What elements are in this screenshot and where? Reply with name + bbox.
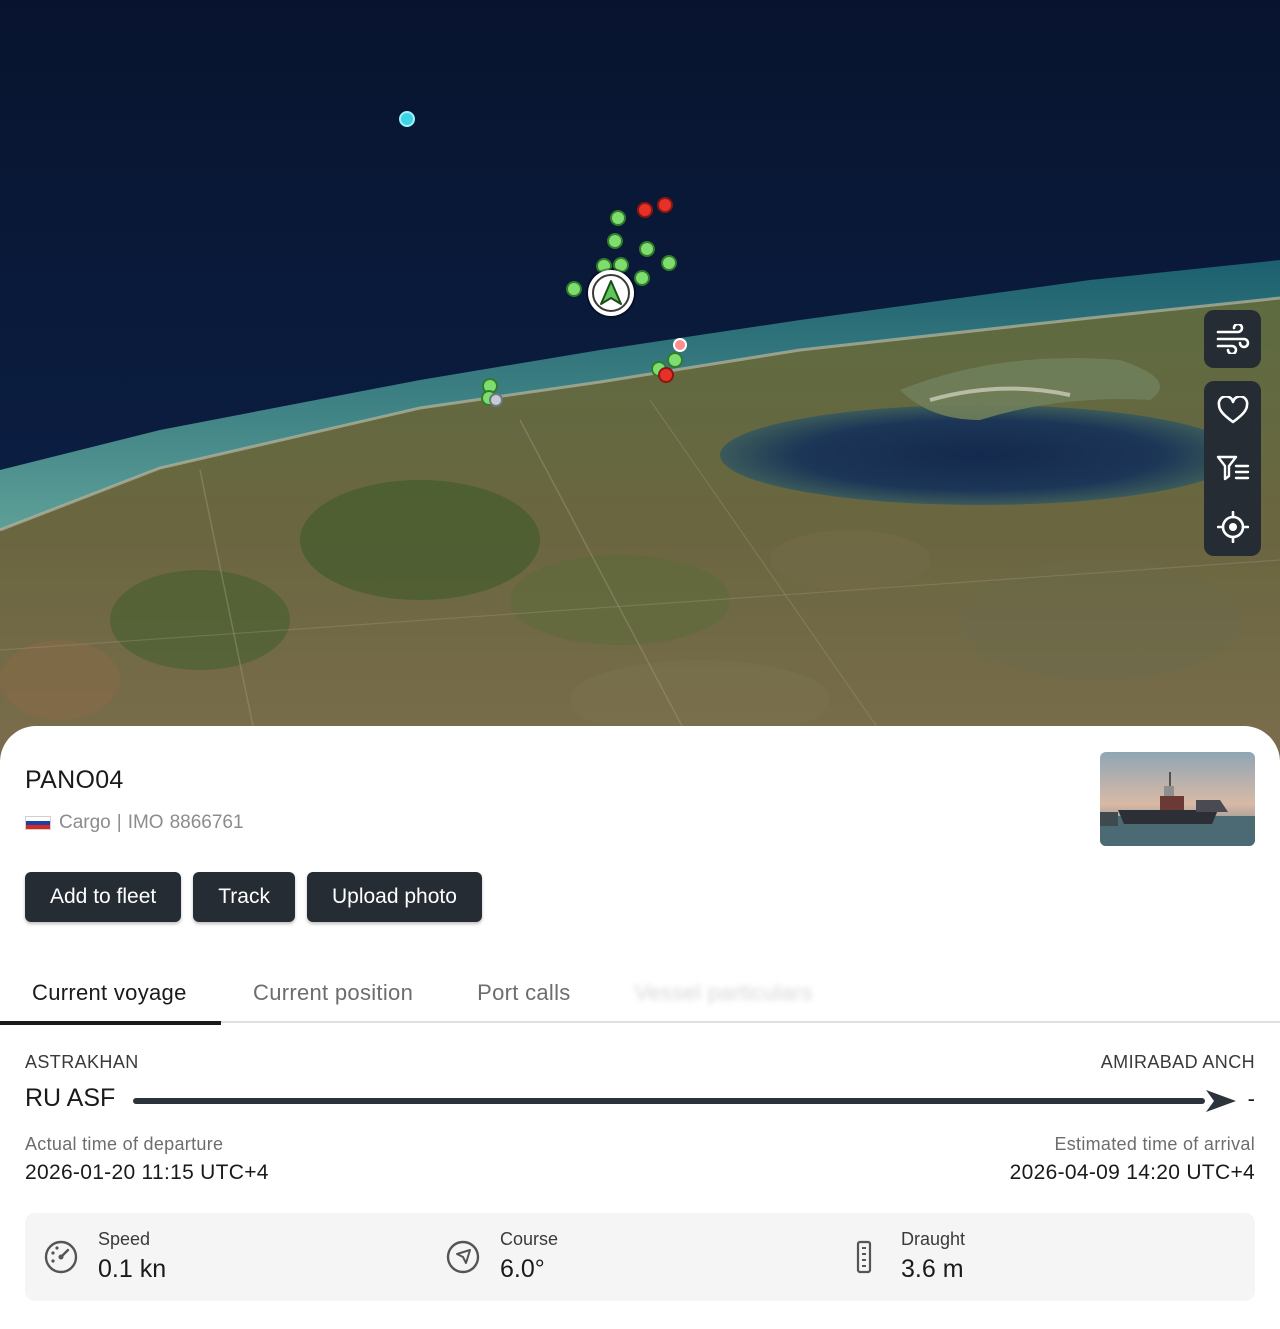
course-value: 6.0° xyxy=(500,1255,545,1283)
vessel-marker[interactable] xyxy=(637,202,653,218)
satellite-map-image xyxy=(0,0,1280,760)
vessel-marker[interactable] xyxy=(639,241,655,257)
wind-layer-button[interactable] xyxy=(1204,310,1261,368)
tab-vessel-particulars[interactable]: Vessel particulars xyxy=(603,962,845,1023)
details-tabs: Current voyage Current position Port cal… xyxy=(0,962,1280,1025)
arrival-time-label: Estimated time of arrival xyxy=(1054,1134,1255,1154)
course-label: Course xyxy=(500,1229,559,1249)
vessel-marker[interactable] xyxy=(661,255,677,271)
vessel-marker[interactable] xyxy=(658,367,674,383)
vessel-marker[interactable] xyxy=(610,210,626,226)
vessel-marker[interactable] xyxy=(657,197,673,213)
vessel-marker[interactable] xyxy=(607,233,623,249)
arrival-time-value: 2026-04-09 14:20 UTC+4 xyxy=(1009,1161,1255,1184)
vessel-photo-image xyxy=(1100,752,1255,846)
filter-list-icon xyxy=(1216,456,1249,481)
vessel-marker[interactable] xyxy=(489,393,503,407)
wind-layer-icon xyxy=(1216,324,1249,354)
selected-vessel-marker[interactable] xyxy=(588,270,634,316)
draught-value: 3.6 m xyxy=(901,1255,964,1283)
locate-icon xyxy=(1216,510,1249,543)
ruler-icon xyxy=(856,1240,872,1274)
speed-stat: Speed 0.1 kn xyxy=(25,1213,425,1301)
departure-port-name: ASTRAKHAN xyxy=(25,1052,139,1072)
flag-icon xyxy=(25,816,51,830)
arrival-port-name: AMIRABAD ANCH xyxy=(1100,1052,1255,1072)
map-action-controls xyxy=(1204,381,1261,556)
imo-label: IMO xyxy=(127,812,164,833)
filter-button[interactable] xyxy=(1204,439,1261,497)
route-progress-line xyxy=(133,1098,1205,1104)
vessel-marker[interactable] xyxy=(634,270,650,286)
speedometer-icon xyxy=(44,1240,78,1274)
vessel-marker[interactable] xyxy=(399,111,415,127)
tab-current-position[interactable]: Current position xyxy=(221,962,445,1023)
compass-icon xyxy=(446,1240,480,1274)
vessel-type: Cargo xyxy=(59,812,111,833)
tab-current-voyage[interactable]: Current voyage xyxy=(0,962,221,1025)
add-to-fleet-button[interactable]: Add to fleet xyxy=(25,872,182,922)
speed-label: Speed xyxy=(98,1229,151,1249)
track-button[interactable]: Track xyxy=(193,872,295,922)
course-stat: Course 6.0° xyxy=(427,1213,827,1301)
draught-label: Draught xyxy=(901,1229,966,1249)
vessel-details-panel: PANO04 Cargo | IMO 8866761 Add to fleet … xyxy=(0,726,1280,1329)
action-buttons: Add to fleet Track Upload photo xyxy=(25,872,482,922)
tab-port-calls[interactable]: Port calls xyxy=(445,962,602,1023)
vessel-name: PANO04 xyxy=(25,766,124,794)
speed-value: 0.1 kn xyxy=(98,1255,167,1283)
map-view[interactable] xyxy=(0,0,1280,760)
departure-time-value: 2026-01-20 11:15 UTC+4 xyxy=(25,1161,269,1184)
favorite-button[interactable] xyxy=(1204,381,1261,439)
heart-icon xyxy=(1217,396,1248,424)
route-arrow-icon xyxy=(1206,1090,1236,1112)
navigation-arrow-icon xyxy=(600,280,622,305)
voyage-stats: Speed 0.1 kn Course 6.0° Draught 3.6 m xyxy=(25,1213,1255,1301)
locate-button[interactable] xyxy=(1204,498,1261,556)
arrival-port-code: - xyxy=(1247,1086,1255,1111)
meta-separator: | xyxy=(116,812,122,833)
vessel-photo[interactable] xyxy=(1100,752,1255,846)
draught-stat: Draught 3.6 m xyxy=(828,1213,1228,1301)
vessel-marker[interactable] xyxy=(673,338,687,352)
vessel-marker[interactable] xyxy=(566,281,582,297)
vessel-marker[interactable] xyxy=(667,352,683,368)
vessel-meta: Cargo | IMO 8866761 xyxy=(25,812,244,834)
departure-time-label: Actual time of departure xyxy=(25,1134,224,1154)
upload-photo-button[interactable]: Upload photo xyxy=(306,872,482,922)
departure-port-code: RU ASF xyxy=(25,1084,116,1112)
imo-number: 8866761 xyxy=(169,812,244,833)
map-layer-controls xyxy=(1204,310,1261,368)
